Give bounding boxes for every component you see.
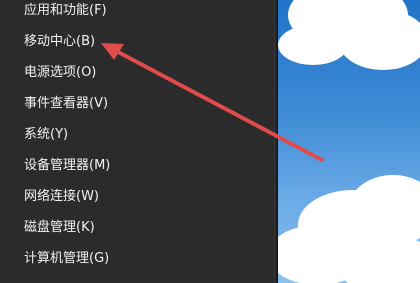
menu-item-network-connections[interactable]: 网络连接(W) [0,181,274,212]
cloud [338,10,420,70]
menu-item-apps-features[interactable]: 应用和功能(F) [0,0,274,26]
menu-item-event-viewer[interactable]: 事件查看器(V) [0,88,274,119]
cloud [278,25,348,65]
desktop-wallpaper [278,0,420,283]
menu-item-device-manager[interactable]: 设备管理器(M) [0,150,274,181]
menu-item-computer-management[interactable]: 计算机管理(G) [0,243,274,274]
menu-item-power-options[interactable]: 电源选项(O) [0,57,274,88]
menu-item-disk-management[interactable]: 磁盘管理(K) [0,212,274,243]
menu-item-mobility-center[interactable]: 移动中心(B) [0,26,274,57]
menu-item-system[interactable]: 系统(Y) [0,119,274,150]
menu-list: 应用和功能(F) 移动中心(B) 电源选项(O) 事件查看器(V) 系统(Y) … [0,0,274,274]
screen: 应用和功能(F) 移动中心(B) 电源选项(O) 事件查看器(V) 系统(Y) … [0,0,420,283]
winx-context-menu: 应用和功能(F) 移动中心(B) 电源选项(O) 事件查看器(V) 系统(Y) … [0,0,274,283]
